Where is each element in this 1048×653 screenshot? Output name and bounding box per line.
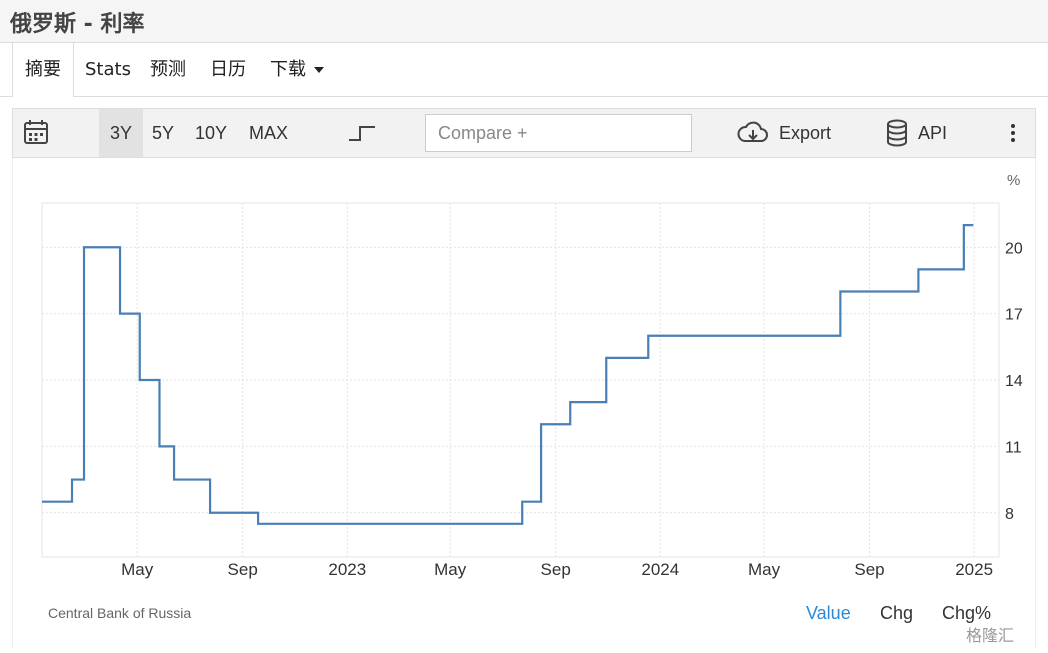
chart-area: 8 11 14 17 20% May Sep 2023 May Sep 2024 May Sep 2025 <box>12 158 1036 648</box>
tab-summary[interactable]: 摘要 <box>12 43 74 97</box>
series-line <box>42 225 973 524</box>
chart-toolbar: 3Y 5Y 10Y MAX Compare + Export API <box>12 108 1036 158</box>
y-tick-label: 14 <box>1005 373 1023 390</box>
more-vertical-icon[interactable] <box>1007 109 1019 157</box>
x-tick-label: May <box>748 560 781 579</box>
x-tick-label: May <box>121 560 154 579</box>
x-tick-label: 2025 <box>955 560 993 579</box>
tab-forecast[interactable]: 预测 <box>150 43 186 96</box>
chg-tab[interactable]: Chg <box>880 603 913 624</box>
cloud-download-icon[interactable] <box>737 109 769 157</box>
tab-download-label: 下载 <box>270 59 306 80</box>
chg-pct-tab[interactable]: Chg% <box>942 603 991 624</box>
source-label: Central Bank of Russia <box>48 605 191 621</box>
chart-axes: 8 11 14 17 20% May Sep 2023 May Sep 2024 May Sep 2025 <box>121 172 1023 579</box>
step-line-icon[interactable] <box>347 109 379 157</box>
range-5y-button[interactable]: 5Y <box>152 109 174 157</box>
range-3y-button[interactable]: 3Y <box>99 109 143 157</box>
export-button[interactable]: Export <box>779 109 831 157</box>
title-bar: 俄罗斯 - 利率 <box>0 0 1048 43</box>
compare-input[interactable]: Compare + <box>425 114 692 152</box>
calendar-icon[interactable] <box>23 109 55 157</box>
tab-download[interactable]: 下载 <box>270 43 324 96</box>
range-10y-button[interactable]: 10Y <box>195 109 227 157</box>
tab-calendar[interactable]: 日历 <box>210 43 246 96</box>
value-tab[interactable]: Value <box>806 603 851 624</box>
chevron-down-icon <box>314 67 324 73</box>
chart-series <box>42 225 973 524</box>
y-tick-label: 17 <box>1005 307 1023 324</box>
y-tick-label: 8 <box>1005 506 1014 523</box>
y-tick-label: 11 <box>1005 439 1022 456</box>
y-unit-label: % <box>1007 172 1020 189</box>
database-icon[interactable] <box>885 109 911 157</box>
x-tick-label: Sep <box>854 560 884 579</box>
x-tick-label: May <box>434 560 467 579</box>
range-max-button[interactable]: MAX <box>249 109 288 157</box>
tab-bar: 摘要 Stats 预测 日历 下载 <box>0 43 1048 97</box>
x-tick-label: Sep <box>228 560 258 579</box>
chart-grid <box>42 203 999 557</box>
x-tick-label: 2023 <box>328 560 366 579</box>
tab-stats[interactable]: Stats <box>85 43 131 96</box>
y-tick-label: 20 <box>1005 240 1023 257</box>
watermark-logo: 格隆汇 <box>966 622 1014 646</box>
x-tick-label: 2024 <box>641 560 679 579</box>
api-button[interactable]: API <box>918 109 947 157</box>
x-tick-label: Sep <box>541 560 571 579</box>
interest-rate-chart: 8 11 14 17 20% May Sep 2023 May Sep 2024 May Sep 2025 <box>13 158 1035 648</box>
page-title: 俄罗斯 - 利率 <box>10 6 144 38</box>
